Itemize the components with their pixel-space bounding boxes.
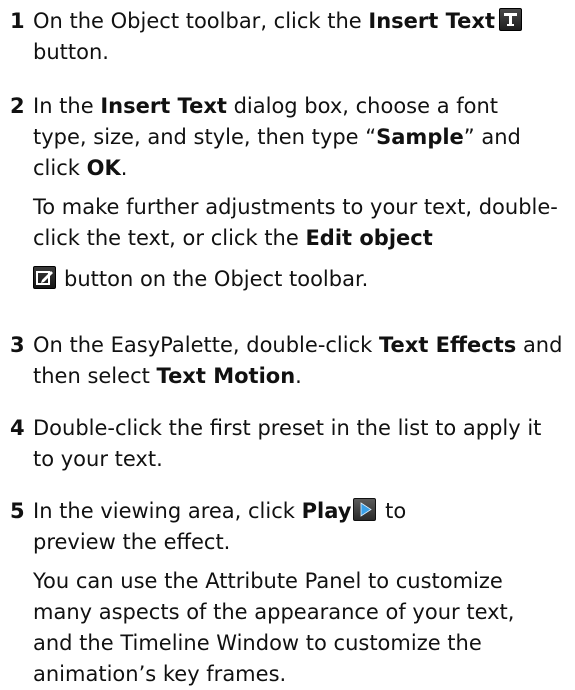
edit-object-icon — [33, 266, 56, 289]
step-number: 1 — [10, 9, 25, 33]
typed-text-sample: Sample — [376, 125, 464, 149]
ui-term-insert-text: Insert Text — [368, 9, 495, 33]
step-text-part: To make further adjustments to your text… — [33, 195, 558, 250]
instructions-document: 1 On the Object toolbar, click the Inser… — [0, 0, 575, 686]
step-5: 5 In the viewing area, click Play to pre… — [0, 496, 575, 690]
step-note: You can use the Attribute Panel to custo… — [33, 569, 515, 686]
insert-text-icon — [498, 8, 522, 31]
step-text-part: On the Object toolbar, click the — [33, 9, 369, 33]
step-3: 3 On the EasyPalette, double-click Text … — [0, 330, 575, 392]
step-text-part: In the — [33, 94, 101, 118]
ui-term-text-motion: Text Motion — [156, 364, 296, 388]
ui-term-text-effects: Text Effects — [379, 333, 517, 357]
step-number: 4 — [10, 416, 25, 440]
step-number: 3 — [10, 333, 25, 357]
step-text: On the Object toolbar, click the Insert … — [33, 6, 563, 68]
step-text: Double-click the first preset in the lis… — [33, 413, 563, 475]
step-note: To make further adjustments to your text… — [33, 192, 563, 295]
step-text: In the Insert Text dialog box, choose a … — [33, 91, 563, 295]
step-text-part: On the EasyPalette, double-click — [33, 333, 379, 357]
step-text-part: Double-click the first preset in the lis… — [33, 416, 542, 471]
step-1: 1 On the Object toolbar, click the Inser… — [0, 6, 575, 68]
step-number: 5 — [10, 499, 25, 523]
step-4: 4 Double-click the first preset in the l… — [0, 413, 575, 475]
ui-term-play: Play — [301, 499, 352, 523]
step-text-part: . — [120, 156, 128, 180]
play-icon — [353, 498, 377, 521]
step-text-part: . — [295, 364, 302, 388]
ui-term-insert-text: Insert Text — [100, 94, 227, 118]
step-text-part: button. — [33, 40, 109, 64]
step-2: 2 In the Insert Text dialog box, choose … — [0, 91, 575, 295]
step-number: 2 — [10, 94, 25, 118]
step-text: On the EasyPalette, double-click Text Ef… — [33, 330, 563, 392]
step-text-part: In the viewing area, click — [33, 499, 302, 523]
ui-term-edit-object: Edit object — [305, 226, 433, 250]
step-text: In the viewing area, click Play to previ… — [33, 496, 563, 690]
step-text-part: button on the Object toolbar. — [64, 267, 369, 291]
ui-term-ok: OK — [86, 156, 121, 180]
